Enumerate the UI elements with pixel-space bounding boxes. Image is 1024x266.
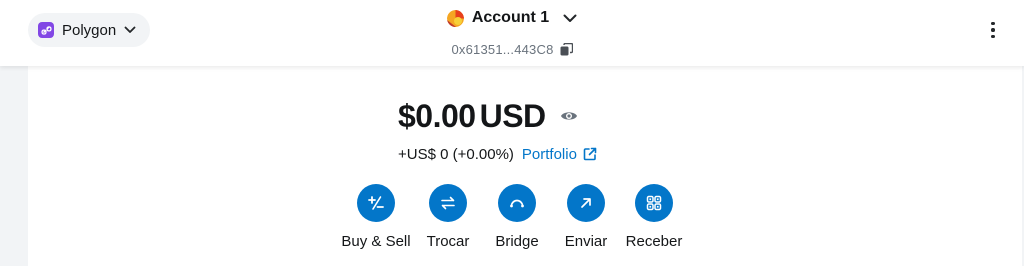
send-icon xyxy=(567,184,605,222)
account-menu: Account 1 0x61351...443C8 xyxy=(412,6,612,62)
buy-sell-icon xyxy=(357,184,395,222)
chevron-down-icon xyxy=(124,26,136,34)
wallet-overview: $0.00 USD +US$ 0 (+0.00%) Portfolio Buy … xyxy=(28,66,1022,266)
receive-label: Receber xyxy=(625,233,683,250)
balance-value: $0.00 xyxy=(398,97,476,134)
network-selector[interactable]: Polygon xyxy=(28,13,151,47)
bridge-icon xyxy=(498,184,536,222)
portfolio-link[interactable]: Portfolio xyxy=(522,146,597,163)
polygon-network-icon xyxy=(38,22,54,38)
buy-sell-label: Buy & Sell xyxy=(341,233,411,250)
account-picker[interactable]: Account 1 xyxy=(412,6,612,30)
external-link-icon xyxy=(583,147,597,161)
swap-button[interactable]: Trocar xyxy=(420,184,476,254)
send-button[interactable]: Enviar xyxy=(558,184,614,254)
buy-sell-button[interactable]: Buy & Sell xyxy=(336,184,416,254)
account-address: 0x61351...443C8 xyxy=(451,41,554,57)
action-buttons: Buy & Sell Trocar Bridge Enviar Receber xyxy=(336,184,687,254)
portfolio-label: Portfolio xyxy=(521,145,577,163)
copy-icon[interactable] xyxy=(560,42,573,56)
account-avatar-icon xyxy=(446,9,464,27)
chevron-down-icon xyxy=(563,14,577,23)
eye-icon[interactable] xyxy=(560,110,578,122)
balance-change-row: +US$ 0 (+0.00%) Portfolio xyxy=(398,144,698,164)
receive-qr-icon xyxy=(635,184,673,222)
bridge-label: Bridge xyxy=(495,233,539,250)
send-label: Enviar xyxy=(564,233,608,250)
more-options-icon[interactable] xyxy=(982,18,1004,42)
account-name: Account 1 xyxy=(471,9,550,26)
balance-currency: USD xyxy=(479,97,547,134)
account-address-row: 0x61351...443C8 xyxy=(412,40,612,58)
app-header: Polygon Account 1 0x61351...443C8 xyxy=(0,0,1024,66)
balance-change: +US$ 0 (+0.00%) xyxy=(398,145,514,163)
network-name: Polygon xyxy=(62,21,117,39)
bridge-button[interactable]: Bridge xyxy=(489,184,545,254)
receive-button[interactable]: Receber xyxy=(621,184,687,254)
swap-icon xyxy=(429,184,467,222)
balance-row: $0.00 USD xyxy=(398,96,658,136)
swap-label: Trocar xyxy=(426,233,470,250)
